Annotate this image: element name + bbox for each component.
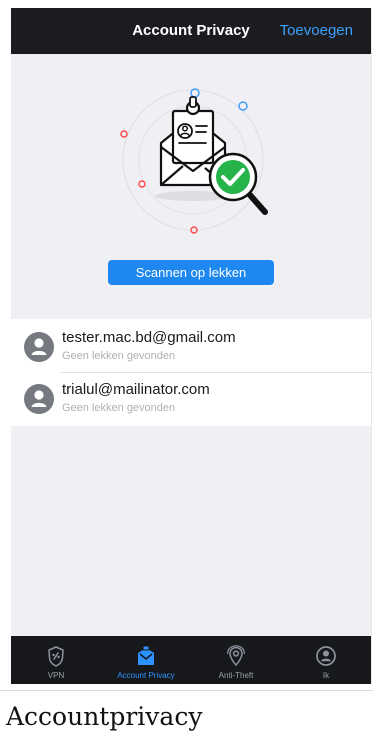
account-row[interactable]: trialul@mailinator.com Geen lekken gevon… [11,372,371,424]
top-navigation-bar: Account Privacy Toevoegen [11,8,371,54]
account-email: trialul@mailinator.com [62,381,210,398]
phone-screen: Account Privacy Toevoegen Scannen op lek… [11,8,372,684]
tab-anti-theft-label: Anti-Theft [218,671,254,680]
scan-for-leaks-button[interactable]: Scannen op lekken [108,260,274,285]
account-privacy-hero: Scannen op lekken [11,54,371,318]
user-avatar-icon [24,384,54,414]
mobile-screenshot-page: Account Privacy Toevoegen Scannen op lek… [0,0,373,737]
account-email: tester.mac.bd@gmail.com [62,329,236,346]
caption-divider [0,690,373,691]
screenshot-caption: Accountprivacy [6,702,203,731]
envelope-magnifier-check-icon [120,88,268,234]
tab-ik-label: Ik [322,671,330,680]
tab-vpn-label: VPN [47,671,65,680]
tab-account-privacy-label: Account Privacy [117,671,175,680]
bottom-tab-bar: VPN Account Privacy Anti-Theft Ik [11,636,371,684]
tab-ik[interactable]: Ik [281,636,371,684]
monitored-accounts-list: tester.mac.bd@gmail.com Geen lekken gevo… [11,319,371,426]
tab-account-privacy[interactable]: Account Privacy [101,636,191,684]
account-privacy-icon [138,645,154,665]
profile-icon [316,646,336,666]
tab-vpn[interactable]: VPN [11,636,101,684]
add-account-button[interactable]: Toevoegen [280,8,353,54]
account-breach-status: Geen lekken gevonden [62,350,176,362]
account-row[interactable]: tester.mac.bd@gmail.com Geen lekken gevo… [11,320,371,373]
shield-icon [48,646,64,667]
tab-anti-theft[interactable]: Anti-Theft [191,636,281,684]
location-pin-icon [226,645,246,667]
account-breach-status: Geen lekken gevonden [62,402,176,414]
user-avatar-icon [24,332,54,362]
